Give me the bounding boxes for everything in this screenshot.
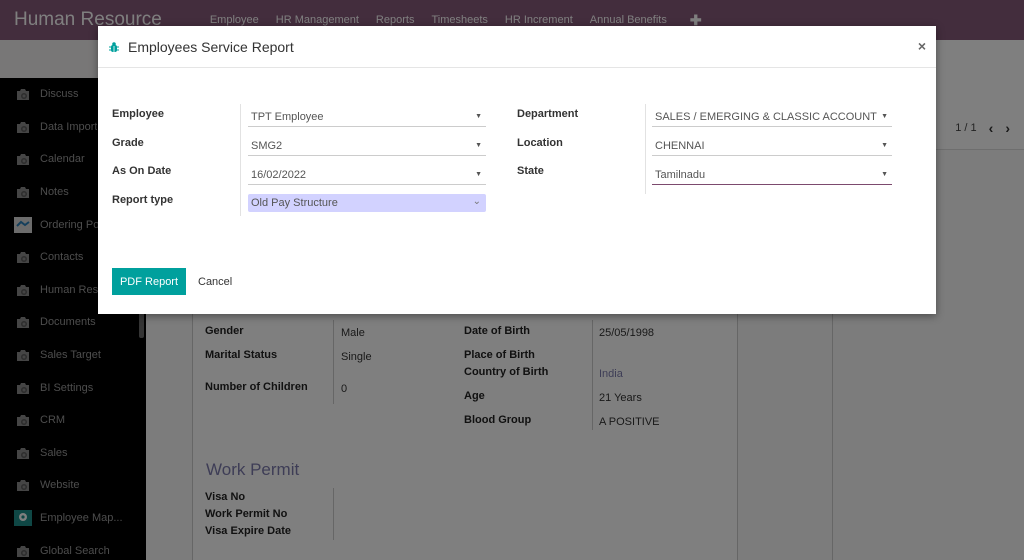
employee-value: TPT Employee [251,110,324,123]
pdf-report-button[interactable]: PDF Report [112,268,186,295]
state-select[interactable]: Tamilnadu ▼ [652,165,892,185]
caret-down-icon: ▼ [881,142,888,149]
caret-down-icon: ▼ [881,113,888,120]
caret-down-icon: ▼ [475,113,482,120]
as-on-date-label: As On Date [112,165,172,177]
cancel-button[interactable]: Cancel [198,268,232,295]
bug-icon [108,41,120,53]
state-label: State [517,165,544,177]
grade-select[interactable]: SMG2 ▼ [248,136,486,156]
caret-down-icon: ▼ [881,171,888,178]
caret-down-icon: ▼ [475,142,482,149]
caret-down-icon: ▼ [475,171,482,178]
location-select[interactable]: CHENNAI ▼ [652,136,892,156]
employee-label: Employee [112,108,164,120]
report-type-select[interactable]: Old Pay Structure ⌄ [248,194,486,212]
grade-value: SMG2 [251,139,283,152]
as-on-date-value: 16/02/2022 [251,168,307,181]
field-separator [240,104,241,216]
state-value: Tamilnadu [655,168,706,181]
modal-title: Employees Service Report [128,38,294,55]
field-separator [645,104,646,194]
report-type-label: Report type [112,194,174,206]
department-select[interactable]: SALES / EMERGING & CLASSIC ACCOUNT ▼ [652,107,892,127]
as-on-date-input[interactable]: 16/02/2022 ▼ [248,165,486,185]
location-label: Location [517,137,563,149]
close-icon[interactable]: × [918,38,926,54]
service-report-dialog: Employees Service Report × Employee TPT … [98,26,936,314]
chevron-down-icon: ⌄ [472,196,481,207]
department-value: SALES / EMERGING & CLASSIC ACCOUNT [655,110,877,123]
modal-header: Employees Service Report [98,26,936,68]
grade-label: Grade [112,137,144,149]
report-type-value: Old Pay Structure [251,197,338,209]
location-value: CHENNAI [655,139,705,152]
department-label: Department [517,108,579,120]
employee-select[interactable]: TPT Employee ▼ [248,107,486,127]
